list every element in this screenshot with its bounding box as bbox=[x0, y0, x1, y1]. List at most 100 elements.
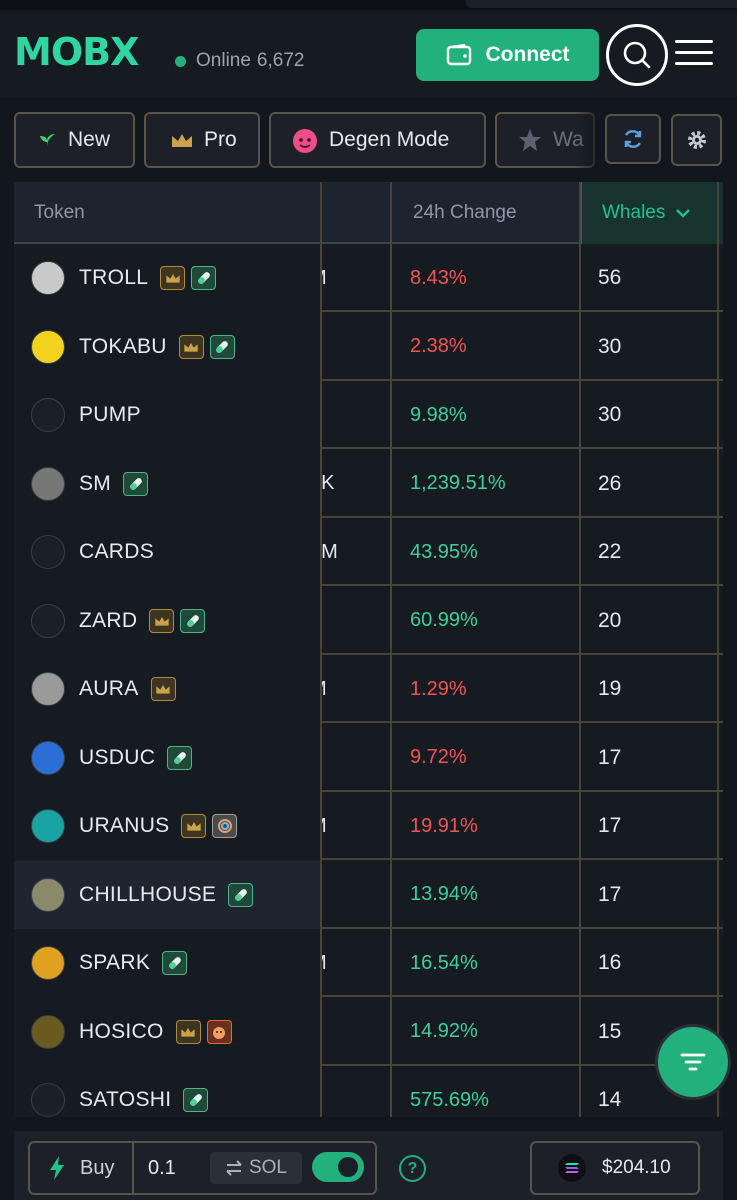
settings-button[interactable] bbox=[671, 114, 722, 166]
change-cell: 13.94% bbox=[410, 883, 478, 905]
table-row[interactable]: TROLL M 8.43% 56 bbox=[14, 244, 723, 312]
token-avatar bbox=[31, 877, 65, 912]
connect-label: Connect bbox=[485, 43, 570, 66]
token-avatar bbox=[31, 329, 65, 364]
market-cap-cell: M bbox=[320, 655, 390, 723]
token-avatar bbox=[31, 535, 65, 569]
token-cell[interactable]: USDUC bbox=[14, 723, 320, 792]
table-row[interactable]: URANUS M 19.91% 17 bbox=[14, 792, 723, 860]
column-divider bbox=[717, 182, 719, 1117]
table-row[interactable]: SM 0K 1,239.51% 26 bbox=[14, 449, 723, 518]
top-strip bbox=[0, 0, 737, 10]
scroll-fade bbox=[576, 112, 606, 170]
svg-text:MOBX: MOBX bbox=[14, 32, 139, 72]
column-header-24h-change[interactable]: 24h Change bbox=[413, 182, 517, 244]
market-cap-cell bbox=[320, 861, 390, 929]
token-name: USDUC bbox=[79, 745, 156, 769]
table-row[interactable]: SPARK M 16.54% 16 bbox=[14, 929, 723, 997]
table-row[interactable]: PUMP 9.98% 30 bbox=[14, 381, 723, 449]
change-cell: 9.98% bbox=[410, 403, 467, 426]
token-avatar bbox=[31, 261, 65, 295]
launchpad-badge bbox=[206, 1019, 232, 1044]
token-cell[interactable]: URANUS bbox=[14, 792, 320, 860]
table-row[interactable]: TOKABU I 2.38% 30 bbox=[14, 312, 723, 381]
table-row[interactable]: CHILLHOUSE 13.94% 17 bbox=[14, 860, 723, 929]
table-row[interactable]: AURA M 1.29% 19 bbox=[14, 655, 723, 723]
token-cell[interactable]: AURA bbox=[14, 655, 320, 723]
pro-badge bbox=[181, 814, 207, 838]
chevron-down-icon bbox=[676, 209, 691, 218]
token-avatar bbox=[31, 398, 65, 432]
change-cell: 575.69% bbox=[410, 1088, 489, 1111]
pro-badge bbox=[160, 266, 186, 290]
table-row[interactable]: HOSICO 14.92% 15 bbox=[14, 997, 723, 1066]
change-cell: 19.91% bbox=[410, 814, 478, 837]
refresh-button[interactable] bbox=[605, 114, 661, 164]
toggle-knob bbox=[338, 1157, 358, 1177]
token-table: Token 24h Change Whales TROLL M 8.43% 56… bbox=[14, 182, 723, 1117]
token-cell[interactable]: CHILLHOUSE bbox=[14, 860, 320, 929]
filter-degen-label: Degen Mode bbox=[329, 128, 450, 151]
filter-new-button[interactable]: New bbox=[14, 112, 135, 168]
table-row[interactable]: SATOSHI 575.69% 14 bbox=[14, 1066, 723, 1117]
sprout-icon bbox=[38, 130, 58, 150]
token-badges bbox=[145, 677, 176, 701]
token-cell[interactable]: PUMP bbox=[14, 381, 320, 449]
column-header-token[interactable]: Token bbox=[34, 182, 85, 244]
token-cell[interactable]: TROLL bbox=[14, 244, 320, 312]
currency-select[interactable]: SOL bbox=[210, 1152, 302, 1184]
filter-pro-button[interactable]: Pro bbox=[144, 112, 260, 168]
change-cell: 8.43% bbox=[410, 266, 467, 289]
token-avatar bbox=[31, 1014, 65, 1049]
table-row[interactable]: ZARD 60.99% 20 bbox=[14, 586, 723, 655]
token-cell[interactable]: HOSICO bbox=[14, 997, 320, 1066]
token-cell[interactable]: SPARK bbox=[14, 929, 320, 997]
change-cell: 43.95% bbox=[410, 540, 478, 563]
lightning-icon bbox=[50, 1156, 64, 1180]
balance-amount: $204.10 bbox=[602, 1157, 671, 1178]
filter-degen-button[interactable]: Degen Mode bbox=[269, 112, 486, 168]
market-cap-cell: M bbox=[320, 244, 390, 312]
whales-cell: 17 bbox=[598, 814, 622, 837]
wallet-icon bbox=[446, 44, 471, 66]
search-button[interactable] bbox=[606, 24, 668, 86]
menu-button[interactable] bbox=[675, 40, 713, 70]
market-cap-cell: I bbox=[320, 724, 390, 792]
logo[interactable]: MOBX bbox=[14, 32, 150, 72]
column-header-whales[interactable]: Whales bbox=[580, 182, 723, 244]
currency-label: SOL bbox=[248, 1157, 288, 1178]
token-badges bbox=[161, 745, 193, 770]
help-button[interactable]: ? bbox=[399, 1155, 426, 1182]
market-cap-cell: M bbox=[320, 792, 390, 860]
token-name: HOSICO bbox=[79, 1019, 164, 1043]
rainbow-badge bbox=[212, 814, 238, 838]
token-name: SM bbox=[79, 471, 112, 495]
market-cap-cell: 0K bbox=[320, 450, 390, 518]
column-divider bbox=[390, 182, 392, 1117]
token-cell[interactable]: SATOSHI bbox=[14, 1066, 320, 1117]
table-row[interactable]: USDUC I 9.72% 17 bbox=[14, 723, 723, 792]
solana-icon bbox=[558, 1154, 586, 1182]
token-badges bbox=[170, 1019, 232, 1044]
token-cell[interactable]: SM bbox=[14, 449, 320, 518]
token-cell[interactable]: ZARD bbox=[14, 586, 320, 655]
change-cell: 14.92% bbox=[410, 1020, 478, 1042]
token-badges bbox=[143, 608, 206, 633]
pro-badge bbox=[150, 677, 176, 701]
table-row[interactable]: CARDS 3M 43.95% 22 bbox=[14, 518, 723, 586]
whales-cell: 17 bbox=[598, 745, 622, 769]
token-cell[interactable]: CARDS bbox=[14, 518, 320, 586]
quick-buy-toggle[interactable] bbox=[312, 1152, 364, 1182]
buy-label: Buy bbox=[80, 1156, 115, 1179]
filter-fab-button[interactable] bbox=[658, 1027, 728, 1097]
token-avatar bbox=[31, 466, 65, 501]
whales-cell: 22 bbox=[598, 540, 622, 563]
whales-cell: 14 bbox=[598, 1088, 622, 1111]
pro-badge bbox=[149, 608, 175, 633]
buy-amount-input[interactable]: 0.1 bbox=[132, 1143, 210, 1193]
token-cell[interactable]: TOKABU bbox=[14, 312, 320, 381]
menu-line bbox=[675, 62, 713, 65]
connect-button[interactable]: Connect bbox=[416, 29, 599, 81]
buy-button[interactable]: Buy bbox=[48, 1143, 114, 1193]
wallet-balance[interactable]: $204.10 bbox=[530, 1141, 700, 1195]
